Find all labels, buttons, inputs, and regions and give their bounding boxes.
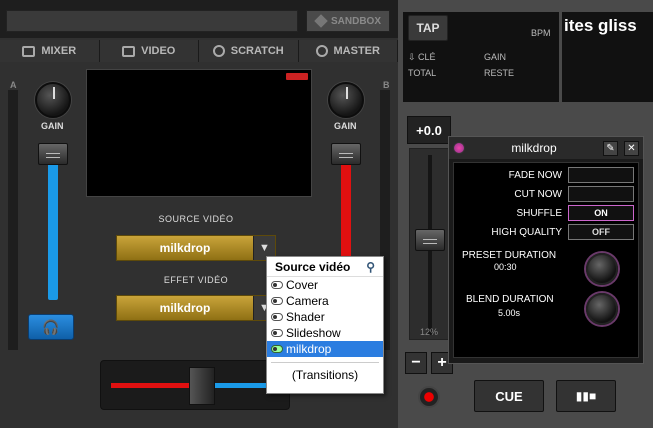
transitions-item[interactable]: (Transitions) [267, 368, 383, 382]
radio-icon [271, 329, 283, 337]
popup-title: Source vidéo [275, 260, 351, 274]
list-item[interactable]: Shader [267, 309, 383, 325]
plugin-icon [453, 142, 465, 154]
preset-duration-knob[interactable] [586, 253, 618, 285]
list-item-label: Slideshow [286, 326, 341, 340]
source-video-label: SOURCE VIDÉO [158, 214, 234, 224]
fade-now-button[interactable] [568, 167, 634, 183]
blend-duration-value: 5.00s [498, 308, 521, 318]
radio-icon [271, 297, 283, 305]
blend-duration-label: BLEND DURATION [466, 294, 554, 305]
volume-fader-a-track [48, 155, 58, 300]
sandbox-button[interactable]: SANDBOX [306, 10, 390, 32]
tab-mixer[interactable]: MIXER [0, 40, 100, 62]
master-icon [315, 45, 328, 57]
cue-button[interactable]: CUE [474, 380, 544, 412]
volume-fader-a[interactable] [38, 143, 68, 165]
tab-video-label: VIDEO [141, 45, 176, 57]
gain-knob-b[interactable] [328, 82, 364, 118]
tab-scratch-label: SCRATCH [230, 45, 284, 57]
cut-now-label: CUT NOW [514, 189, 562, 200]
play-pause-button[interactable]: ▮▮■ [556, 380, 616, 412]
tab-video[interactable]: VIDEO [99, 40, 199, 62]
list-item-label: Cover [286, 278, 319, 292]
crossfader-handle[interactable] [189, 367, 215, 405]
pitch-minus-button[interactable]: − [405, 352, 427, 374]
crossfader-left-fill [111, 383, 191, 388]
track-title: ites gliss [562, 12, 653, 102]
blend-duration-knob[interactable] [586, 293, 618, 325]
video-icon [122, 45, 136, 57]
plugin-body: FADE NOW CUT NOW SHUFFLE ON HIGH QUALITY… [453, 162, 639, 358]
effect-video-label: EFFET VIDÉO [163, 275, 229, 285]
volume-fader-b[interactable] [331, 143, 361, 165]
gain-knob-a[interactable] [35, 82, 71, 118]
shuffle-label: SHUFFLE [516, 208, 562, 219]
remain-label: RESTE [484, 68, 515, 78]
popup-header: Source vidéo ⚲ [267, 257, 383, 277]
list-item[interactable]: Slideshow [267, 325, 383, 341]
sandbox-label: SANDBOX [330, 15, 381, 27]
list-item[interactable]: Camera [267, 293, 383, 309]
pin-icon[interactable]: ⚲ [366, 260, 375, 274]
radio-icon [271, 345, 283, 353]
plugin-title: milkdrop [511, 141, 557, 155]
channel-a-label: A [10, 80, 17, 90]
bpm-label: BPM [531, 28, 551, 38]
pitch-value: +0.0 [407, 116, 451, 144]
tab-master-label: MASTER [333, 45, 380, 57]
high-quality-label: HIGH QUALITY [491, 227, 562, 238]
pitch-slider[interactable]: 12% [409, 148, 451, 340]
channel-b-label: B [383, 80, 390, 90]
divider [271, 362, 379, 363]
pin-icon[interactable]: ✎ [603, 140, 618, 156]
gain-label-a: GAIN [41, 121, 64, 131]
pitch-handle[interactable] [415, 229, 445, 251]
total-label: TOTAL [408, 68, 437, 78]
deck-gain-label: GAIN [484, 52, 507, 62]
record-icon[interactable] [418, 386, 440, 408]
play-pause-icon: ▮▮■ [575, 389, 597, 403]
headphone-icon: 🎧 [42, 318, 60, 335]
effect-video-dropdown[interactable]: milkdrop ▼ [116, 295, 276, 321]
pitch-range: 12% [420, 327, 439, 337]
radio-icon [271, 281, 283, 289]
crossfader[interactable] [100, 360, 290, 410]
search-field[interactable] [6, 10, 298, 32]
mixer-tabs: MIXER VIDEO SCRATCH MASTER [0, 40, 398, 62]
tab-master[interactable]: MASTER [298, 40, 398, 62]
gain-label-b: GAIN [334, 121, 357, 131]
fade-now-label: FADE NOW [508, 170, 562, 181]
cube-icon [314, 14, 328, 28]
plugin-window: milkdrop ✎ ✕ FADE NOW CUT NOW SHUFFLE ON… [448, 136, 644, 364]
preset-duration-label: PRESET DURATION [462, 250, 557, 261]
channel-a-meter [8, 90, 18, 350]
headphone-button[interactable]: 🎧 [28, 314, 74, 340]
source-video-dropdown[interactable]: milkdrop ▼ [116, 235, 276, 261]
radio-icon [271, 313, 283, 321]
video-preview [86, 69, 312, 197]
list-item-label: Camera [286, 294, 329, 308]
tap-button[interactable]: TAP [408, 15, 448, 41]
tab-scratch[interactable]: SCRATCH [199, 40, 299, 62]
high-quality-toggle[interactable]: OFF [568, 224, 634, 240]
logo-badge [286, 73, 308, 80]
source-video-value: milkdrop [159, 241, 211, 255]
list-item[interactable]: Cover [267, 277, 383, 293]
effect-video-value: milkdrop [159, 301, 211, 315]
shuffle-toggle[interactable]: ON [568, 205, 634, 221]
preset-duration-value: 00:30 [494, 262, 517, 272]
cut-now-button[interactable] [568, 186, 634, 202]
plugin-header: milkdrop ✎ ✕ [449, 137, 643, 159]
close-icon[interactable]: ✕ [624, 140, 639, 156]
mixer-icon [22, 45, 36, 57]
key-text: CLÉ [418, 52, 436, 62]
source-video-popup: Source vidéo ⚲ Cover Camera Shader Slide… [266, 256, 384, 394]
key-label: ⇩ CLÉ [408, 52, 436, 62]
list-item-selected[interactable]: milkdrop [267, 341, 383, 357]
list-item-label: Shader [286, 310, 325, 324]
scratch-icon [212, 45, 225, 57]
tab-mixer-label: MIXER [41, 45, 77, 57]
list-item-label: milkdrop [286, 342, 332, 356]
